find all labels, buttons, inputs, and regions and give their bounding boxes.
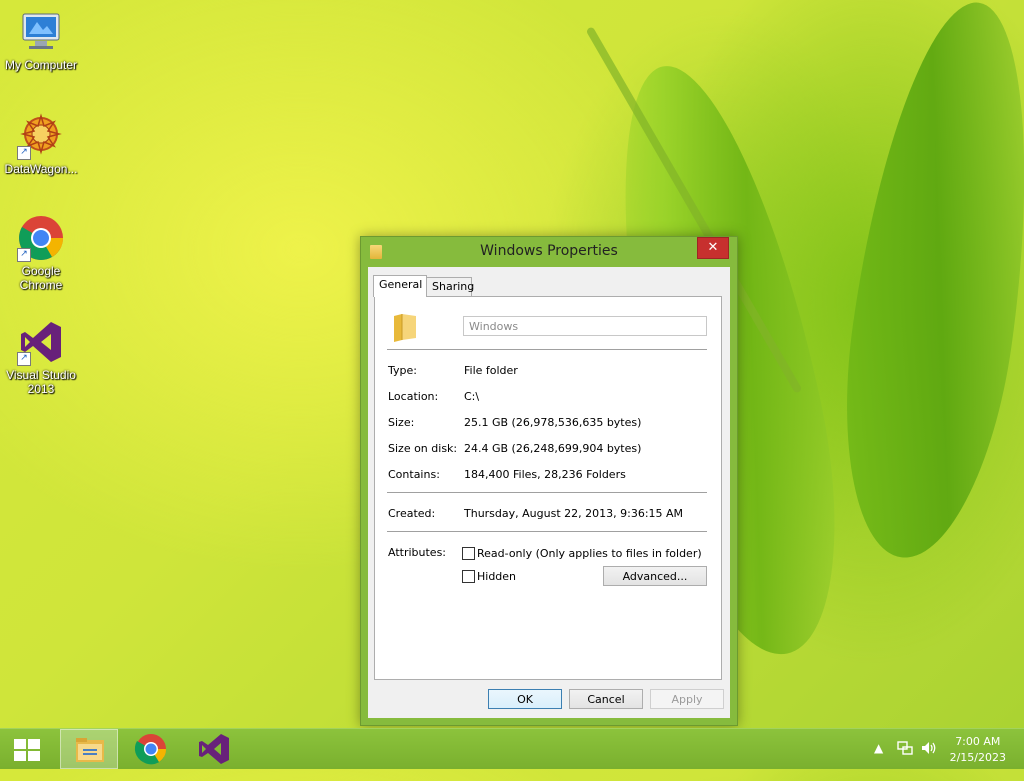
type-value: File folder (464, 364, 518, 377)
desktop-icon-datawagon[interactable]: ↗ DataWagon... (1, 112, 81, 176)
separator (387, 531, 707, 532)
taskbar-visual-studio[interactable] (184, 729, 242, 769)
ok-button[interactable]: OK (488, 689, 562, 709)
general-tab-panel: Type: File folder Location: C:\ Size: 25… (374, 296, 722, 680)
hidden-checkbox[interactable] (462, 570, 475, 583)
location-value: C:\ (464, 390, 480, 403)
shortcut-arrow-icon: ↗ (17, 146, 31, 160)
readonly-label[interactable]: Read-only (Only applies to files in fold… (477, 547, 702, 560)
network-icon[interactable] (897, 740, 913, 780)
tab-sharing[interactable]: Sharing (426, 277, 474, 296)
clock-date: 2/15/2023 (949, 751, 1006, 764)
volume-icon[interactable] (920, 740, 938, 780)
location-label: Location: (388, 390, 439, 403)
clock[interactable]: 7:00 AM 2/15/2023 (950, 734, 1006, 766)
properties-dialog: Windows Properties ✕ General Sharing Typ… (360, 236, 738, 726)
folder-icon (76, 738, 104, 762)
desktop-icon-label: Visual Studio 2013 (6, 368, 76, 396)
type-label: Type: (388, 364, 417, 377)
desktop-icon-label: Google Chrome (19, 264, 63, 292)
hidden-label[interactable]: Hidden (477, 570, 516, 583)
taskbar-chrome[interactable] (122, 729, 180, 769)
desktop-icon-my-computer[interactable]: My Computer (1, 8, 81, 72)
visual-studio-icon: ↗ (17, 318, 65, 366)
cancel-button[interactable]: Cancel (569, 689, 643, 709)
computer-icon (17, 8, 65, 56)
folder-icon (391, 311, 419, 343)
chrome-icon (134, 734, 167, 765)
taskbar-file-explorer[interactable] (60, 729, 118, 769)
chrome-icon: ↗ (17, 214, 65, 262)
desktop-icon-label: My Computer (4, 58, 78, 72)
contains-value: 184,400 Files, 28,236 Folders (464, 468, 626, 481)
apply-button[interactable]: Apply (650, 689, 724, 709)
readonly-checkbox[interactable] (462, 547, 475, 560)
size-on-disk-value: 24.4 GB (26,248,699,904 bytes) (464, 442, 642, 455)
windows-logo-icon (14, 739, 26, 749)
datawagon-icon: ↗ (17, 112, 65, 160)
close-button[interactable]: ✕ (697, 237, 729, 259)
folder-name-input[interactable] (463, 316, 707, 336)
separator (387, 492, 707, 493)
leaf-decoration (821, 0, 1024, 569)
created-value: Thursday, August 22, 2013, 9:36:15 AM (464, 507, 684, 520)
desktop-icon-visual-studio[interactable]: ↗ Visual Studio 2013 (1, 318, 81, 396)
clock-time: 7:00 AM (955, 735, 1001, 748)
dialog-title: Windows Properties (480, 243, 618, 259)
tray-overflow-chevron[interactable]: ▲ (874, 741, 883, 781)
desktop-icon-google-chrome[interactable]: ↗ Google Chrome (1, 214, 81, 292)
separator (387, 349, 707, 350)
advanced-button[interactable]: Advanced... (603, 566, 707, 586)
visual-studio-icon (199, 734, 229, 764)
size-label: Size: (388, 416, 415, 429)
shortcut-arrow-icon: ↗ (17, 248, 31, 262)
size-on-disk-label: Size on disk: (388, 442, 458, 455)
dialog-client-area: General Sharing Type: File folder Locati… (368, 267, 730, 718)
tab-general[interactable]: General (373, 275, 427, 297)
size-value: 25.1 GB (26,978,536,635 bytes) (464, 416, 642, 429)
desktop-icon-label: DataWagon... (4, 162, 78, 176)
contains-label: Contains: (388, 468, 440, 481)
attributes-label: Attributes: (388, 546, 447, 559)
created-label: Created: (388, 507, 436, 520)
shortcut-arrow-icon: ↗ (17, 352, 31, 366)
dialog-titlebar[interactable]: Windows Properties ✕ (361, 237, 737, 267)
start-button[interactable] (14, 739, 40, 761)
taskbar: ▲ 7:00 AM 2/15/2023 (0, 728, 1024, 769)
